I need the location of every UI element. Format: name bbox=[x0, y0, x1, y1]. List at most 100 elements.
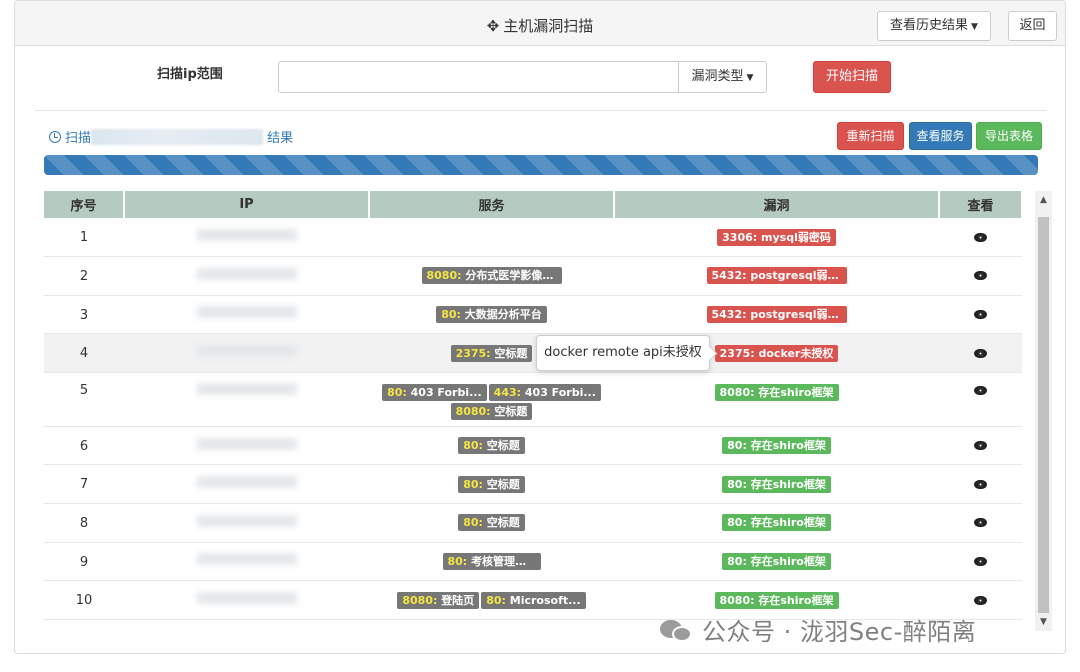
service-label[interactable]: 80: 考核管理平台 bbox=[442, 552, 541, 570]
eye-icon[interactable] bbox=[974, 385, 987, 395]
eye-icon[interactable] bbox=[974, 271, 987, 281]
label-name: postgresql弱密码 bbox=[750, 307, 847, 321]
service-label[interactable]: 80: 空标题 bbox=[458, 514, 525, 532]
vuln-type-label: 漏洞类型 bbox=[691, 69, 744, 84]
service-label[interactable]: 8080: 空标题 bbox=[450, 402, 533, 420]
row-services: 80: 403 Forbi... 443: 403 Forbi...8080: 空… bbox=[369, 372, 614, 427]
result-title: 扫描 结果 bbox=[49, 127, 293, 146]
vuln-label[interactable]: 80: 存在shiro框架 bbox=[722, 437, 831, 455]
scroll-up-icon[interactable]: ▲ bbox=[1035, 195, 1052, 207]
label-name: docker未授权 bbox=[758, 346, 834, 360]
vuln-label[interactable]: 80: 存在shiro框架 bbox=[722, 552, 831, 570]
label-port: 80: bbox=[727, 477, 747, 491]
label-port: 2375: bbox=[719, 346, 755, 360]
vuln-label[interactable]: 3306: mysql弱密码 bbox=[717, 228, 836, 246]
row-index: 7 bbox=[44, 464, 124, 505]
service-label[interactable]: 80: 空标题 bbox=[458, 475, 525, 493]
eye-icon[interactable] bbox=[974, 232, 987, 242]
eye-icon[interactable] bbox=[974, 479, 987, 489]
scroll-thumb[interactable] bbox=[1038, 217, 1049, 613]
table-row: 8 80: 空标题 80: 存在shiro框架 bbox=[44, 503, 1022, 543]
label-port: 80: bbox=[727, 516, 747, 530]
view-services-button[interactable]: 查看服务 bbox=[909, 122, 972, 150]
label-name: 存在shiro框架 bbox=[758, 385, 834, 399]
eye-icon[interactable] bbox=[974, 441, 987, 451]
service-label[interactable]: 8080: 分布式医学影像平台 bbox=[421, 267, 562, 285]
start-scan-button[interactable]: 开始扫描 bbox=[813, 61, 891, 93]
vuln-label[interactable]: 8080: 存在shiro框架 bbox=[714, 591, 839, 609]
row-view bbox=[939, 542, 1022, 582]
vuln-label[interactable]: 5432: postgresql弱密码 bbox=[706, 305, 847, 323]
row-view bbox=[939, 464, 1022, 505]
label-name: 分布式医学影像平台 bbox=[465, 269, 562, 283]
redacted-ip bbox=[196, 345, 297, 358]
label-name: 登陆页 bbox=[441, 593, 475, 607]
label-name: 空标题 bbox=[486, 477, 520, 491]
table-row: 4 2375: 空标题 2375: docker未授权 bbox=[44, 333, 1022, 373]
label-port: 80: bbox=[387, 385, 407, 399]
row-services bbox=[369, 218, 614, 258]
row-index: 2 bbox=[44, 256, 124, 296]
row-index: 10 bbox=[44, 580, 124, 620]
rescan-button[interactable]: 重新扫描 bbox=[837, 122, 904, 150]
service-label[interactable]: 80: 大数据分析平台 bbox=[436, 305, 547, 323]
row-index: 4 bbox=[44, 333, 124, 373]
label-port: 3306: bbox=[722, 230, 758, 244]
history-results-button[interactable]: 查看历史结果 ▼ bbox=[877, 11, 991, 41]
eye-icon[interactable] bbox=[974, 556, 987, 566]
eye-icon[interactable] bbox=[974, 309, 987, 319]
eye-icon[interactable] bbox=[974, 348, 987, 358]
service-label[interactable]: 80: 空标题 bbox=[458, 437, 525, 455]
results-table-container[interactable]: 序号 IP 服务 漏洞 查看 1 3306: mysql弱密码 2 8080: 分布式… bbox=[44, 191, 1022, 631]
vuln-type-dropdown[interactable]: 漏洞类型 ▼ bbox=[678, 61, 767, 93]
row-services: 8080: 分布式医学影像平台 bbox=[369, 256, 614, 296]
row-services: 80: 空标题 bbox=[369, 464, 614, 505]
label-name: postgresql弱密码 bbox=[750, 269, 847, 283]
label-name: 大数据分析平台 bbox=[464, 307, 542, 321]
page-title-text: 主机漏洞扫描 bbox=[503, 17, 594, 35]
redacted-ip bbox=[196, 229, 297, 242]
table-scrollbar[interactable]: ▲ ▼ bbox=[1035, 191, 1052, 631]
table-row: 3 80: 大数据分析平台 5432: postgresql弱密码 bbox=[44, 295, 1022, 335]
label-port: 8080: bbox=[455, 404, 491, 418]
label-name: 存在shiro框架 bbox=[750, 439, 826, 453]
eye-icon[interactable] bbox=[974, 595, 987, 605]
row-ip bbox=[124, 333, 369, 373]
vuln-label[interactable]: 80: 存在shiro框架 bbox=[722, 514, 831, 532]
vuln-label[interactable]: 5432: postgresql弱密码 bbox=[706, 267, 847, 285]
export-table-button[interactable]: 导出表格 bbox=[976, 122, 1042, 150]
vuln-tooltip: docker remote api未授权 bbox=[536, 335, 710, 371]
vuln-label[interactable]: 8080: 存在shiro框架 bbox=[714, 383, 839, 401]
result-title-suffix: 结果 bbox=[267, 131, 294, 146]
row-view bbox=[939, 256, 1022, 296]
row-vulns: 5432: postgresql弱密码 bbox=[614, 256, 939, 296]
service-label[interactable]: 443: 403 Forbi... bbox=[488, 383, 601, 401]
service-label[interactable]: 8080: 登陆页 bbox=[397, 591, 480, 609]
table-row: 6 80: 空标题 80: 存在shiro框架 bbox=[44, 426, 1022, 466]
service-label[interactable]: 80: Microsoft... bbox=[481, 591, 586, 609]
scan-range-label: 扫描ip范围 bbox=[157, 67, 223, 82]
eye-icon[interactable] bbox=[974, 518, 987, 528]
row-index: 6 bbox=[44, 426, 124, 466]
label-name: 空标题 bbox=[486, 516, 520, 530]
table-row: 9 80: 考核管理平台 80: 存在shiro框架 bbox=[44, 542, 1022, 582]
clock-icon bbox=[49, 131, 61, 143]
label-name: 存在shiro框架 bbox=[750, 554, 826, 568]
label-port: 2375: bbox=[455, 346, 491, 360]
scroll-down-icon[interactable]: ▼ bbox=[1035, 617, 1052, 629]
row-vulns: 80: 存在shiro框架 bbox=[614, 503, 939, 543]
label-name: 空标题 bbox=[494, 404, 528, 418]
vuln-label[interactable]: 2375: docker未授权 bbox=[714, 344, 839, 362]
back-button[interactable]: 返回 bbox=[1008, 11, 1057, 41]
row-vulns: 80: 存在shiro框架 bbox=[614, 542, 939, 582]
panel-header: ✥ 主机漏洞扫描 查看历史结果 ▼ 返回 bbox=[15, 1, 1065, 46]
service-label[interactable]: 80: 403 Forbi... bbox=[382, 383, 487, 401]
redacted-ip bbox=[196, 267, 297, 280]
row-services: 80: 空标题 bbox=[369, 503, 614, 543]
vuln-label[interactable]: 80: 存在shiro框架 bbox=[722, 475, 831, 493]
label-name: 空标题 bbox=[494, 346, 528, 360]
label-name: 存在shiro框架 bbox=[758, 593, 834, 607]
label-port: 5432: bbox=[711, 269, 747, 283]
ip-range-input[interactable] bbox=[278, 61, 679, 93]
service-label[interactable]: 2375: 空标题 bbox=[450, 344, 533, 362]
